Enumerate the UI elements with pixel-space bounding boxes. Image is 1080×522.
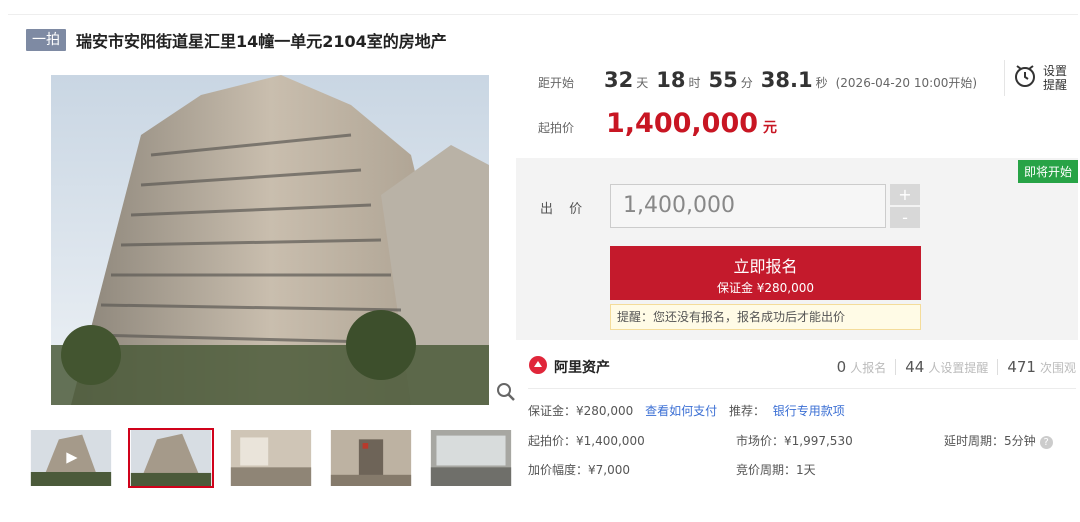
auction-round-badge: 一拍 <box>26 29 66 51</box>
detail-bid-period: 竞价周期：1天 <box>736 463 816 477</box>
how-to-pay-link[interactable]: 查看如何支付 <box>645 404 717 418</box>
signup-tip: 提醒：您还没有报名，报名成功后才能出价 <box>610 304 921 330</box>
status-badge: 即将开始 <box>1017 160 1078 183</box>
detail-delay-period: 延时周期：5分钟? <box>944 432 1053 449</box>
alarm-clock-icon <box>1013 63 1037 93</box>
countdown-minutes-unit: 分 <box>740 76 753 90</box>
detail-market-price: 市场价：¥1,997,530 <box>736 434 853 448</box>
deposit-text: 保证金：¥280,000 <box>528 404 634 418</box>
countdown-days-unit: 天 <box>636 76 649 90</box>
set-reminder-button[interactable]: 设置提醒 <box>1004 60 1074 96</box>
view-count: 471 <box>1007 358 1036 376</box>
brand-row: 阿里资产 0 人报名 44 人设置提醒 471 次围观 <box>528 354 1076 380</box>
zoom-icon[interactable] <box>496 382 516 402</box>
ali-assets-logo-icon <box>528 355 548 379</box>
deposit-info: 保证金：¥280,000 查看如何支付 推荐： 银行专用款项 <box>528 402 845 419</box>
enrolled-count: 0 <box>836 358 847 376</box>
auction-stats: 0 人报名 44 人设置提醒 471 次围观 <box>837 358 1076 376</box>
main-property-photo[interactable] <box>51 75 489 405</box>
countdown-seconds: 38.1 <box>760 68 813 92</box>
detail-increment: 加价幅度：¥7,000 <box>528 463 630 477</box>
enrolled-label: 人报名 <box>850 361 887 375</box>
increase-bid-button[interactable]: + <box>890 184 920 205</box>
delay-period-text: 延时周期：5分钟 <box>944 434 1036 448</box>
start-price-unit: 元 <box>763 120 778 136</box>
divider <box>528 388 1076 389</box>
page-title: 瑞安市安阳街道星汇里14幢一单元2104室的房地产 <box>76 32 447 51</box>
bank-funds-link[interactable]: 银行专用款项 <box>773 404 845 418</box>
detail-start-price: 起拍价：¥1,400,000 <box>528 434 645 448</box>
countdown-start-time: (2026-04-20 10:00开始) <box>835 76 978 90</box>
view-label: 次围观 <box>1039 361 1076 375</box>
signup-button[interactable]: 立即报名 保证金 ¥280,000 <box>610 246 921 300</box>
countdown-label: 距开始 <box>538 76 575 90</box>
countdown-seconds-unit: 秒 <box>815 76 828 90</box>
thumbnail-strip <box>28 428 528 488</box>
divider <box>895 359 897 375</box>
countdown: 距开始 32 天 18 时 55 分 38.1 秒 (2026-04-20 10… <box>538 68 977 98</box>
divider <box>997 359 999 375</box>
countdown-hours-unit: 时 <box>688 76 701 90</box>
thumbnail-video[interactable] <box>28 428 114 488</box>
signup-label: 立即报名 <box>733 257 798 276</box>
recommend-label: 推荐： <box>728 404 765 418</box>
decrease-bid-button[interactable]: - <box>890 207 920 228</box>
thumbnail-interior-2[interactable] <box>328 428 414 488</box>
thumbnail-interior-3[interactable] <box>428 428 514 488</box>
brand-name: 阿里资产 <box>554 360 610 376</box>
bid-panel: 即将开始 出 价 1,400,000 + - 立即报名 保证金 ¥280,000… <box>516 158 1078 340</box>
bid-amount-input[interactable]: 1,400,000 <box>610 184 886 228</box>
bid-stepper: + - <box>890 184 920 230</box>
countdown-hours: 18 <box>656 68 686 92</box>
start-price-row: 起拍价 1,400,000 元 <box>538 108 777 139</box>
remind-count: 44 <box>905 358 925 376</box>
start-price-label: 起拍价 <box>538 121 575 135</box>
bid-label: 出 价 <box>540 202 589 217</box>
set-reminder-label: 设置提醒 <box>1043 64 1068 92</box>
countdown-days: 32 <box>604 68 634 92</box>
thumbnail-interior-1[interactable] <box>228 428 314 488</box>
signup-deposit: 保证金 ¥280,000 <box>716 281 815 295</box>
remind-label: 人设置提醒 <box>928 361 989 375</box>
help-icon[interactable]: ? <box>1039 436 1053 449</box>
title-row: 一拍 瑞安市安阳街道星汇里14幢一单元2104室的房地产 <box>26 28 447 52</box>
countdown-minutes: 55 <box>708 68 738 92</box>
start-price-value: 1,400,000 <box>606 108 759 139</box>
thumbnail-building[interactable] <box>128 428 214 488</box>
